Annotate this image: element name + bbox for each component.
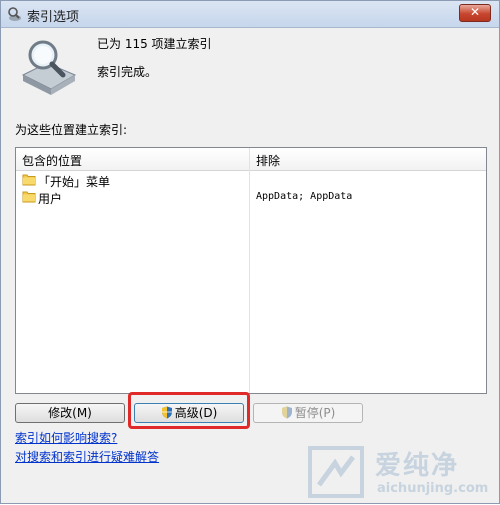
pause-button-label: 暂停(P)	[294, 406, 336, 420]
uac-shield-icon	[281, 406, 292, 419]
search-impact-link[interactable]: 索引如何影响搜索?	[15, 429, 117, 446]
pause-button[interactable]: 暂停(P)	[253, 403, 363, 423]
column-header-included[interactable]: 包含的位置	[22, 152, 82, 169]
folder-icon	[22, 191, 36, 203]
list-item[interactable]: 「开始」菜单	[16, 172, 486, 189]
list-header: 包含的位置 排除	[16, 148, 486, 171]
indexed-count-text: 已为 115 项建立索引	[97, 37, 212, 51]
window-title: 索引选项	[27, 10, 80, 25]
advanced-button-label: 高级(D)	[174, 406, 218, 420]
watermark-url: aichunjing.com	[377, 481, 489, 496]
location-name: 「开始」菜单	[38, 175, 111, 189]
watermark-logo-icon	[308, 446, 364, 498]
watermark-brand: 爱纯净	[375, 451, 460, 481]
locations-section-label: 为这些位置建立索引:	[15, 123, 128, 137]
indexing-state-text: 索引完成。	[97, 65, 158, 79]
indexing-status-icon	[21, 40, 77, 95]
watermark: 爱纯净 aichunjing.com	[301, 441, 500, 505]
modify-button-label: 修改(M)	[48, 406, 92, 420]
folder-icon	[22, 174, 36, 186]
close-icon: ✕	[469, 5, 481, 19]
location-name: 用户	[38, 192, 63, 206]
modify-button[interactable]: 修改(M)	[15, 403, 125, 423]
indexed-locations-list[interactable]: 包含的位置 排除 「开始」菜单 用户 AppData; AppData	[15, 147, 487, 394]
column-header-exclude[interactable]: 排除	[256, 152, 280, 169]
advanced-button[interactable]: 高级(D)	[134, 403, 244, 423]
close-button[interactable]: ✕	[459, 4, 491, 22]
title-bar: 索引选项 ✕	[1, 1, 499, 28]
indexing-options-window: 索引选项 ✕ 已为 115 项建立索引 索引完成。 为这些位置建立索引: 包含的…	[0, 0, 500, 504]
indexing-app-icon	[8, 7, 21, 21]
troubleshoot-link[interactable]: 对搜索和索引进行疑难解答	[15, 448, 159, 465]
uac-shield-icon	[161, 406, 172, 419]
list-item[interactable]: 用户 AppData; AppData	[16, 189, 486, 206]
location-exclude: AppData; AppData	[256, 191, 353, 202]
